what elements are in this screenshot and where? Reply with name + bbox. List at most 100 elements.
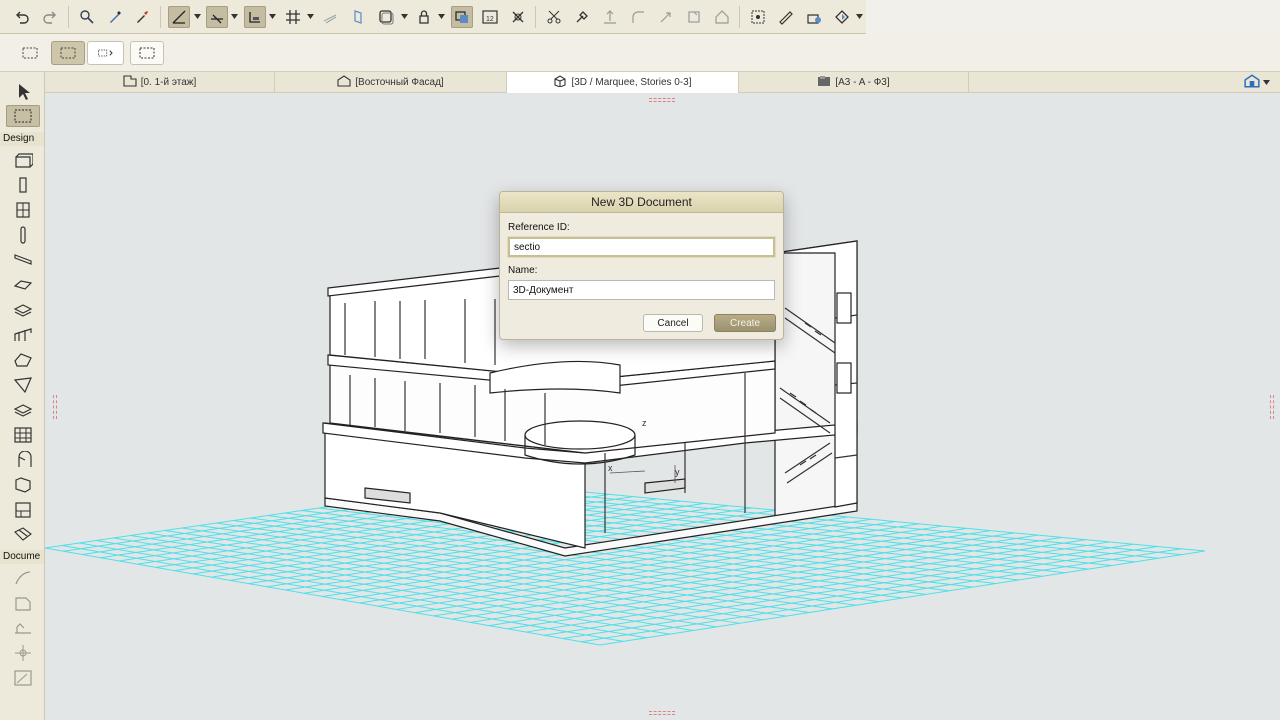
3d-model-scene[interactable]: x y z (45, 93, 1280, 720)
display-order-icon[interactable] (831, 6, 853, 28)
zone-tool-icon[interactable] (6, 474, 40, 496)
chevron-down-icon[interactable] (856, 6, 864, 28)
tab-label: [3D / Marquee, Stories 0-3] (571, 77, 692, 88)
grid-snap-icon[interactable] (243, 5, 266, 28)
relative-construction-icon[interactable] (320, 6, 342, 28)
info-icon[interactable] (76, 6, 98, 28)
tab-label: [A3 - A - Ф3] (835, 77, 890, 88)
syringe-icon[interactable] (131, 6, 153, 28)
toolbox: Design Docume (0, 72, 45, 720)
lamp-tool-icon[interactable] (6, 499, 40, 521)
fillet-icon[interactable] (627, 6, 649, 28)
marquee-tool-icon[interactable] (6, 105, 40, 127)
grid-line (507, 539, 1086, 630)
elevation-icon (337, 75, 351, 90)
offset-icon[interactable] (599, 6, 621, 28)
trace-reference-icon[interactable] (450, 5, 473, 28)
view-edge-marker-bottom (649, 711, 675, 715)
info-box-toolbar (0, 34, 1280, 72)
marquee-multi-icon[interactable] (51, 41, 85, 65)
column-tool-icon[interactable] (6, 174, 40, 196)
slab-tool-icon[interactable] (6, 249, 40, 271)
beam-tool-icon[interactable] (6, 224, 40, 246)
ground-grid (45, 482, 1206, 646)
reference-id-input[interactable] (508, 237, 775, 257)
marquee-method-icon[interactable] (87, 41, 124, 65)
lock-icon[interactable] (413, 6, 435, 28)
marquee-single-icon[interactable] (16, 41, 44, 65)
home-view-icon (1244, 74, 1260, 91)
stair-tool-icon[interactable] (6, 299, 40, 321)
window-tool-icon[interactable] (6, 199, 40, 221)
undo-icon[interactable] (11, 6, 33, 28)
adjust-icon[interactable] (571, 6, 593, 28)
guide-line-icon[interactable] (168, 5, 191, 28)
redo-icon[interactable] (39, 6, 61, 28)
tab-label: [Восточный Фасад] (355, 77, 444, 88)
chevron-down-icon[interactable] (269, 6, 277, 28)
layer-icon[interactable] (375, 6, 397, 28)
level-tool-icon[interactable] (6, 617, 40, 639)
tab-3d-view[interactable]: [3D / Marquee, Stories 0-3] (507, 72, 739, 93)
new-3d-document-dialog: New 3D Document Reference ID: Name: Canc… (499, 191, 784, 340)
grid-line (599, 550, 1206, 646)
chevron-down-icon[interactable] (193, 6, 201, 28)
railing-tool-icon[interactable] (6, 374, 40, 396)
tab-east-elevation[interactable]: [Восточный Фасад] (275, 72, 507, 93)
tab-layout[interactable]: [A3 - A - Ф3] (739, 72, 969, 93)
shell-tool-icon[interactable] (6, 324, 40, 346)
layout-icon (817, 75, 831, 90)
grid-icon[interactable] (282, 6, 304, 28)
reference-id-label: Reference ID: (508, 222, 570, 233)
surface-paint-icon[interactable] (347, 6, 369, 28)
stairs-3d-tool-icon[interactable] (6, 524, 40, 546)
floor-plan-icon (123, 75, 137, 90)
chevron-down-icon[interactable] (307, 6, 315, 28)
snap-guide-icon[interactable] (206, 5, 228, 28)
morph-tool-icon[interactable] (6, 424, 40, 446)
view-cube-icon[interactable] (775, 6, 797, 28)
grid-line (581, 548, 1182, 643)
arrow-tool-icon[interactable] (6, 81, 40, 103)
dialog-title: New 3D Document (500, 192, 783, 213)
grid-line (562, 545, 1158, 640)
wall-tool-icon[interactable] (6, 149, 40, 171)
marquee-geometry-icon[interactable] (130, 41, 164, 65)
document-heading[interactable]: Docume (0, 550, 44, 564)
svg-text:y: y (675, 467, 680, 477)
svg-text:x: x (608, 463, 613, 473)
rotate-icon[interactable] (655, 6, 677, 28)
grid-line (525, 541, 1110, 633)
cut-icon[interactable] (543, 6, 565, 28)
3d-viewport[interactable]: x y z (45, 93, 1280, 720)
tab-options-button[interactable] (1237, 74, 1277, 91)
name-label: Name: (508, 265, 538, 276)
label-tool-icon[interactable] (6, 592, 40, 614)
dimension-icon[interactable]: 12 (479, 6, 501, 28)
section-tool-icon[interactable] (6, 642, 40, 664)
magic-wand-icon[interactable] (747, 6, 769, 28)
tab-floor-plan[interactable]: [0. 1-й этаж] (45, 72, 275, 93)
cube-3d-icon (553, 75, 567, 90)
tab-label: [0. 1-й этаж] (140, 77, 197, 88)
curtain-wall-tool-icon[interactable] (6, 399, 40, 421)
render-icon[interactable] (803, 6, 825, 28)
create-button[interactable]: Create (714, 314, 776, 332)
eyedropper-icon[interactable] (104, 6, 126, 28)
mesh-tool-icon[interactable] (6, 349, 40, 371)
chevron-down-icon[interactable] (231, 6, 239, 28)
design-heading[interactable]: Design (0, 132, 44, 146)
grid-line (544, 543, 1134, 636)
object-tool-icon[interactable] (6, 449, 40, 471)
chevron-down-icon[interactable] (438, 6, 446, 28)
dimension-tool-icon[interactable] (6, 567, 40, 589)
cancel-button[interactable]: Cancel (643, 314, 703, 332)
group-icon[interactable] (711, 6, 733, 28)
move-icon[interactable] (507, 6, 529, 28)
drawing-tool-icon[interactable] (6, 667, 40, 689)
name-input[interactable] (508, 280, 775, 300)
split-icon[interactable] (683, 6, 705, 28)
roof-tool-icon[interactable] (6, 274, 40, 296)
chevron-down-icon[interactable] (400, 6, 408, 28)
chevron-down-icon (1263, 77, 1270, 88)
